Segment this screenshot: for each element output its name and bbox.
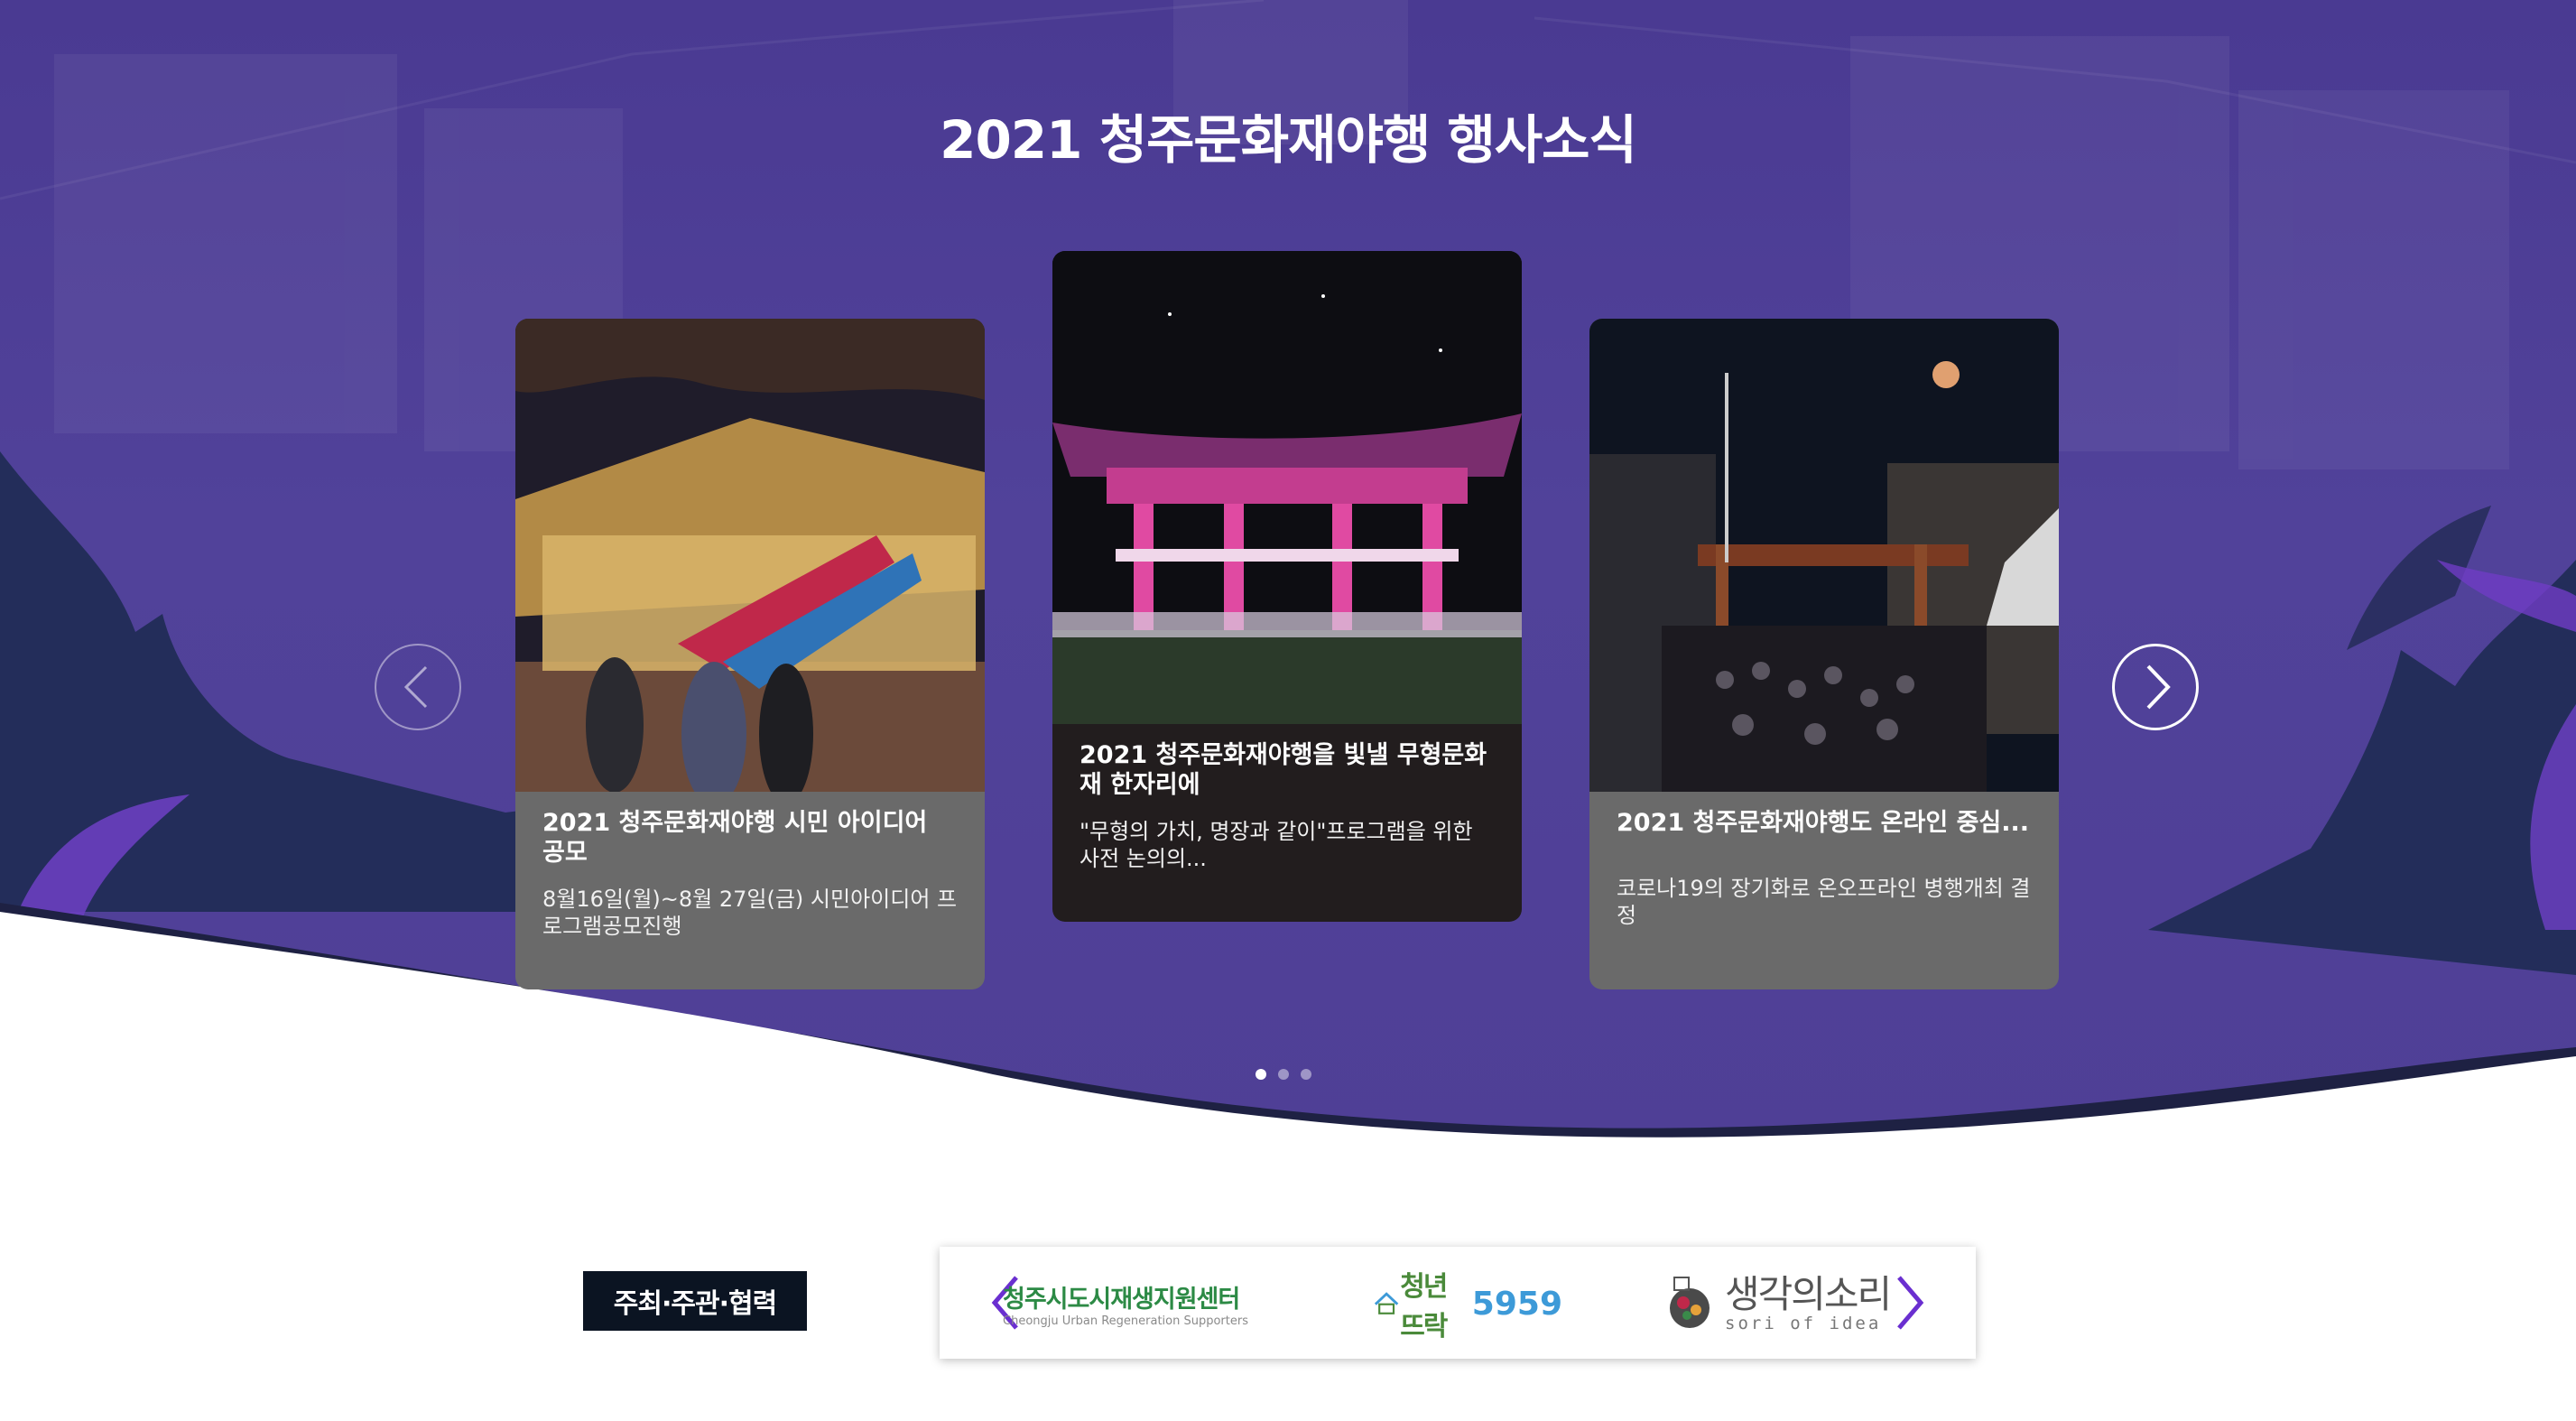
partner-logo-youth-garden[interactable]: 청년뜨락 5959 <box>1373 1267 1562 1342</box>
section-title-bold: 행사소식 <box>1447 109 1636 171</box>
partner-logo-name: 생각의소리 <box>1725 1272 1892 1316</box>
card-title[interactable]: 2021 청주문화재야행을 빛낼 무형문화재 한자리에 <box>1080 740 1495 800</box>
card-description: 8월16일(월)~8월 27일(금) 시민아이디어 프로그램공모진행 <box>542 887 958 939</box>
chevron-right-icon <box>1897 1276 1924 1330</box>
card-photo-night-street <box>1589 319 2059 792</box>
chevron-right-icon <box>2146 664 2171 710</box>
sori-of-idea-emblem-icon <box>1670 1277 1710 1328</box>
pagination-dot[interactable] <box>1278 1069 1289 1080</box>
partner-next-button[interactable] <box>1890 1274 1926 1332</box>
card-title[interactable]: 2021 청주문화재야행 시민 아이디어 공모 <box>542 808 958 868</box>
card-description: "무형의 가치, 명장과 같이"프로그램을 위한 사전 논의의... <box>1080 819 1473 871</box>
partner-logo-subtitle: Cheongju Urban Regeneration Supporters <box>1003 1314 1248 1328</box>
hero-section: 2021 청주문화재야행 행사소식 2021 청주문화재야행 시민 아이디어 공… <box>0 0 2576 1165</box>
carousel-pagination <box>1256 1069 1311 1080</box>
partner-logo-name: 청주시도시재생지원센터 <box>1003 1286 1240 1314</box>
card-photo-lit-pavilion <box>1052 251 1522 724</box>
host-label: 주최·주관·협력 <box>583 1271 807 1331</box>
card-title[interactable]: 2021 청주문화재야행도 온라인 중심... <box>1617 808 2032 838</box>
section-title-regular: 2021 청주문화재야행 <box>940 109 1431 171</box>
card-description: 코로나19의 장기화로 온오프라인 병행개최 결정 <box>1617 876 2031 928</box>
house-icon <box>1374 1292 1399 1314</box>
partner-logo-subtitle: sori of idea <box>1725 1314 1882 1333</box>
pagination-dot-active[interactable] <box>1256 1069 1266 1080</box>
partner-logo-number: 5959 <box>1471 1285 1562 1323</box>
news-card-active[interactable]: 2021 청주문화재야행을 빛낼 무형문화재 한자리에 "무형의 가치, 명장과… <box>1052 251 1522 922</box>
pagination-dot[interactable] <box>1301 1069 1311 1080</box>
partner-logo-name: 청년뜨락 <box>1400 1271 1448 1342</box>
news-card[interactable]: 2021 청주문화재야행도 온라인 중심... 코로나19의 장기화로 온오프라… <box>1589 319 2059 989</box>
partner-logo-urban-regeneration[interactable]: 청주시도시재생지원센터 Cheongju Urban Regeneration … <box>1003 1267 1274 1341</box>
chevron-left-icon <box>403 665 428 709</box>
card-photo-pavilion-lanterns <box>515 319 985 792</box>
carousel-next-button[interactable] <box>2112 644 2199 730</box>
news-card[interactable]: 2021 청주문화재야행 시민 아이디어 공모 8월16일(월)~8월 27일(… <box>515 319 985 989</box>
partner-carousel: 청주시도시재생지원센터 Cheongju Urban Regeneration … <box>940 1247 1976 1359</box>
section-title: 2021 청주문화재야행 행사소식 <box>0 98 2576 173</box>
carousel-prev-button[interactable] <box>375 644 461 730</box>
